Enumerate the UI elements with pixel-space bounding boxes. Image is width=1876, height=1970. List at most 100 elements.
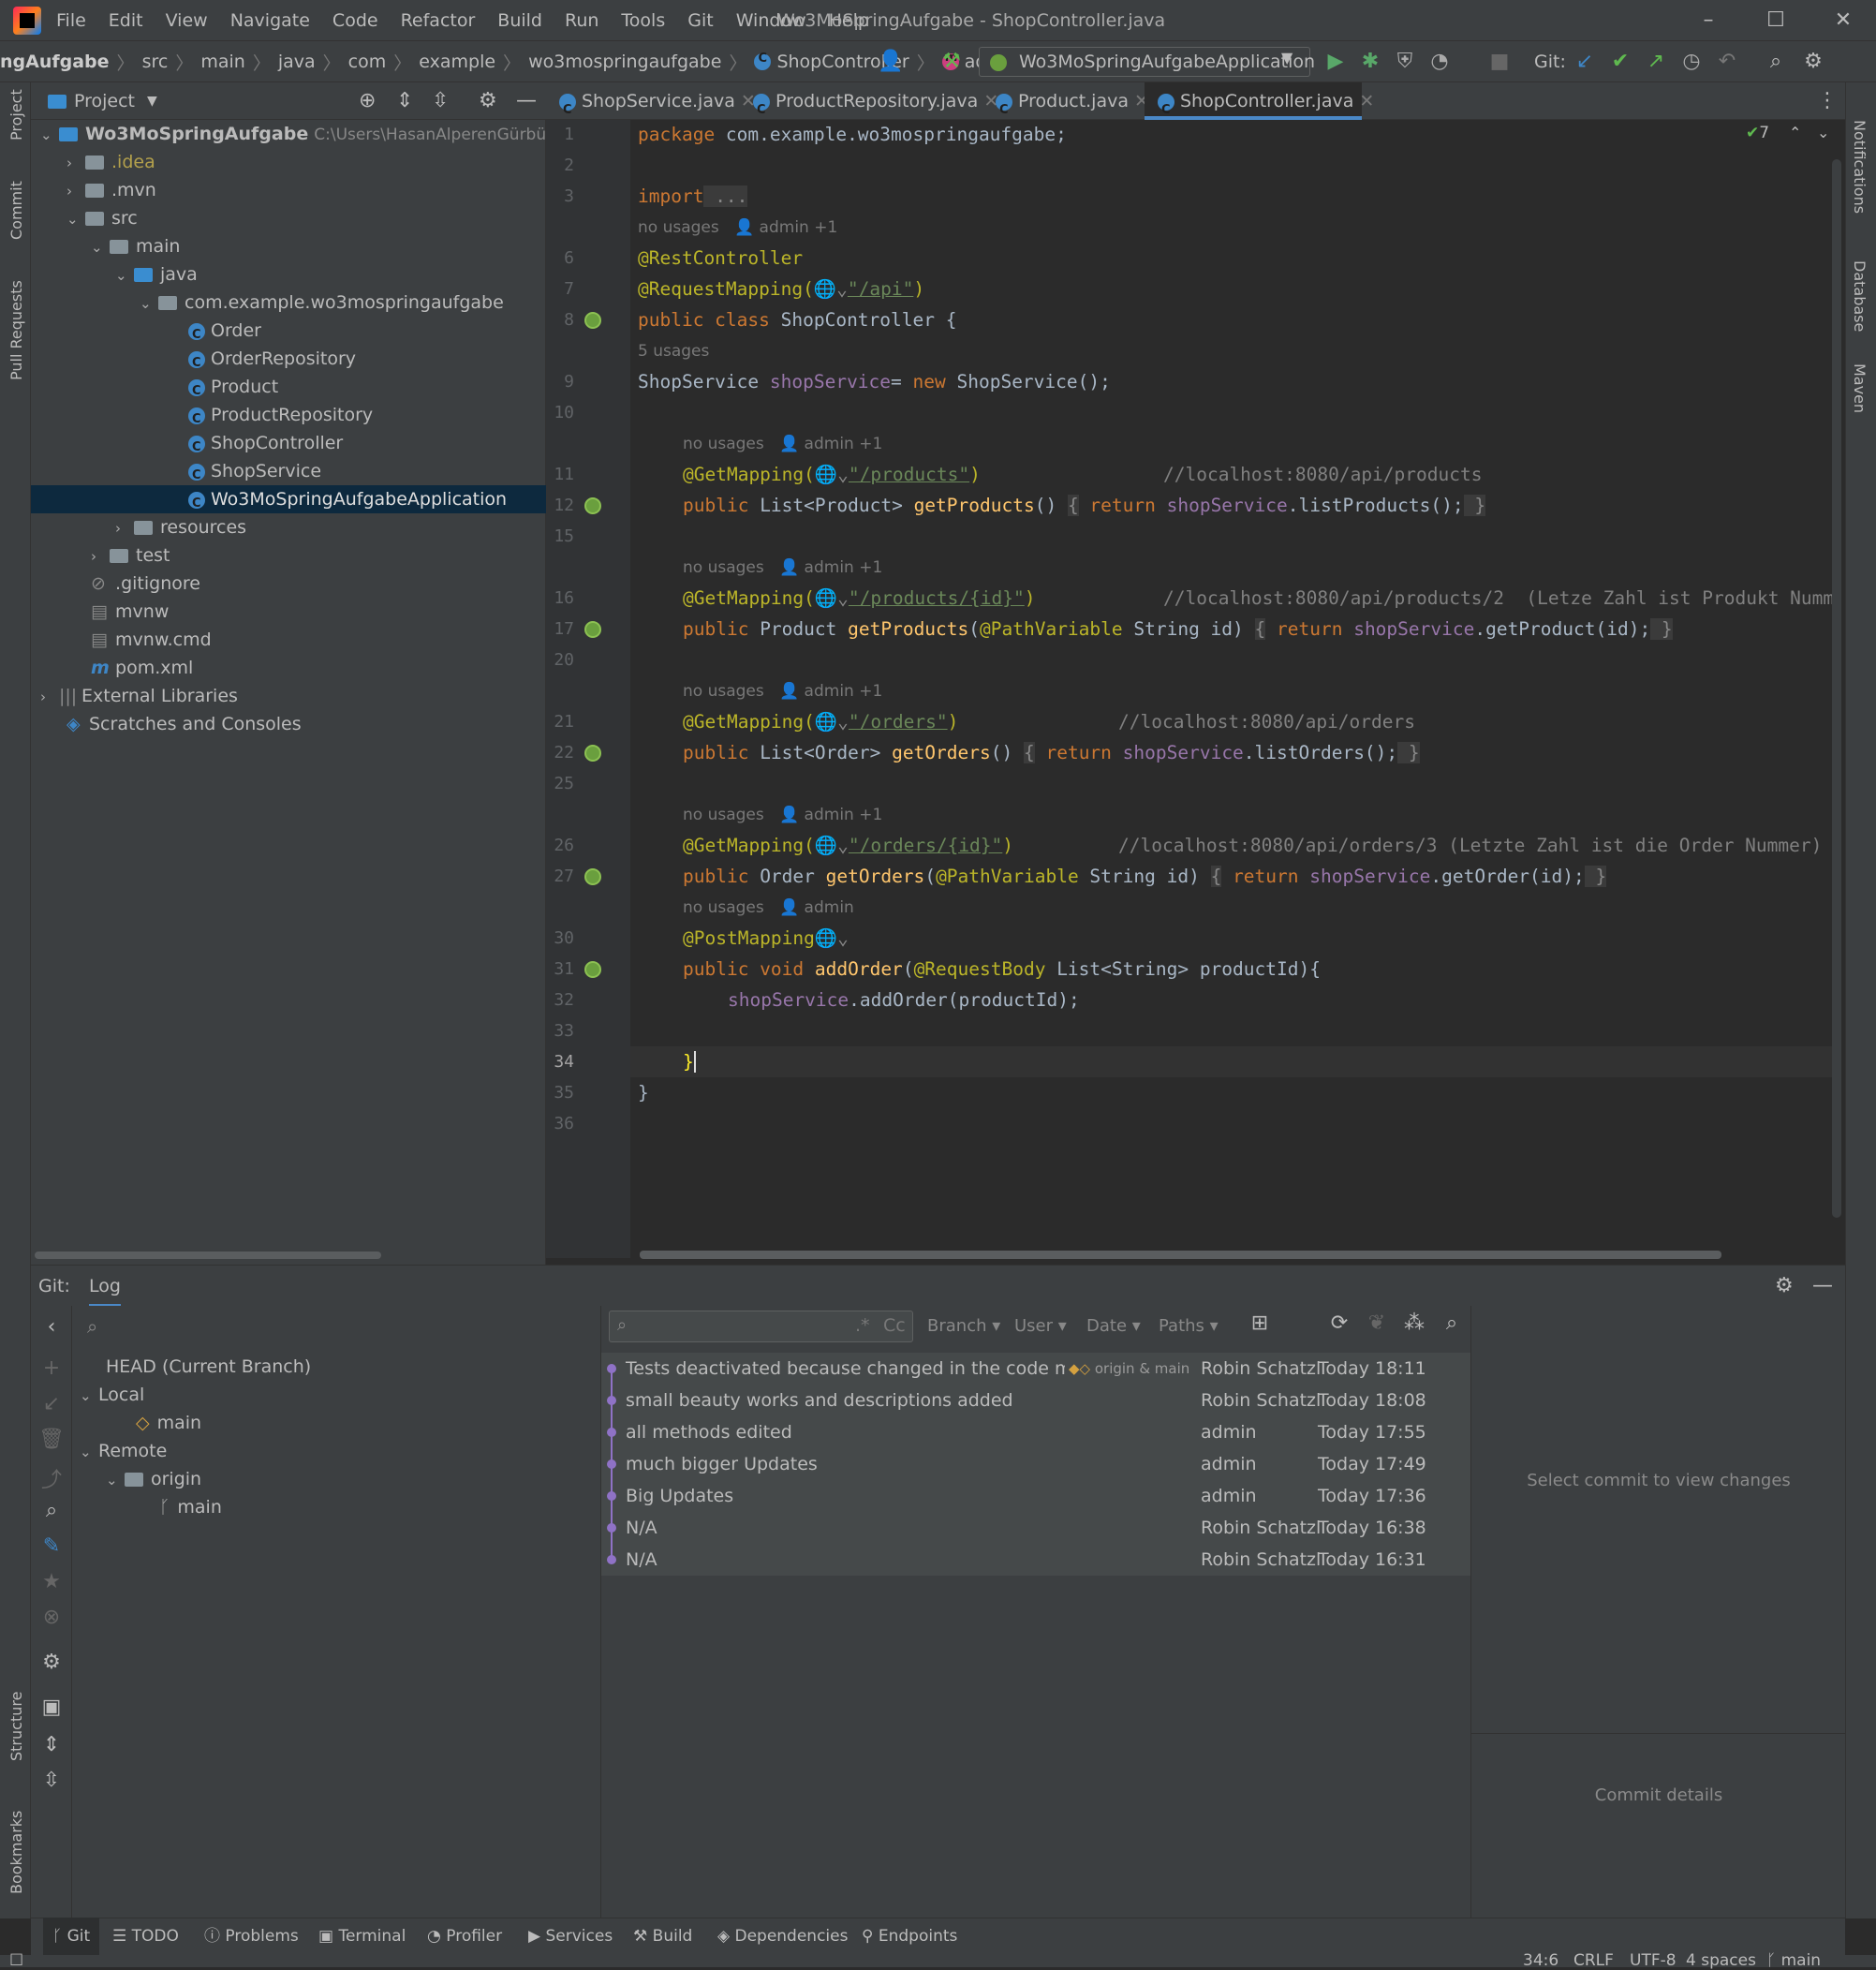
tree-item-shop-controller[interactable]: ShopController xyxy=(31,429,546,462)
layout-icon[interactable]: ▣ xyxy=(37,1696,66,1719)
usage-hint[interactable]: no usages 👤 admin +1 xyxy=(683,558,882,577)
usage-hint[interactable]: no usages 👤 admin +1 xyxy=(683,435,882,453)
delete-icon[interactable]: 🗑 xyxy=(37,1428,66,1451)
search-icon[interactable]: ⌕ xyxy=(1761,47,1791,77)
tree-item-mvn[interactable]: › .mvn xyxy=(31,176,546,204)
menu-run[interactable]: Run xyxy=(565,10,598,31)
commit-row[interactable]: much bigger Updates admin Today 17:49 xyxy=(601,1448,1470,1480)
tab-log[interactable]: Log xyxy=(89,1266,121,1307)
breadcrumb-java[interactable]: java xyxy=(278,52,316,72)
menu-code[interactable]: Code xyxy=(332,10,378,31)
run-configuration-select[interactable]: Wo3MoSpringAufgabeApplication xyxy=(979,47,1315,77)
tool-todo[interactable]: ☰ TODO xyxy=(112,1918,179,1955)
menu-tools[interactable]: Tools xyxy=(621,10,665,31)
layout-icon[interactable]: ☐ xyxy=(9,1951,23,1970)
run-icon[interactable]: ▶ xyxy=(1321,47,1351,77)
branch-group-remote[interactable]: ⌄ Remote xyxy=(80,1437,167,1465)
collapse-all-icon[interactable]: ⇳ xyxy=(37,1769,66,1792)
tool-services[interactable]: ▶ Services xyxy=(528,1918,613,1955)
tab-shop-service[interactable]: ShopService.java ✕ xyxy=(559,82,756,129)
collapse-all-icon[interactable]: ⇳ xyxy=(432,82,449,120)
tree-item-mvnw-cmd[interactable]: ▤ mvnw.cmd xyxy=(31,626,546,654)
branch-local-main[interactable]: ◇ main xyxy=(136,1409,201,1437)
tree-item-shop-service[interactable]: ShopService xyxy=(31,457,546,490)
menu-navigate[interactable]: Navigate xyxy=(230,10,310,31)
spring-endpoint-icon[interactable] xyxy=(584,497,601,514)
menu-git[interactable]: Git xyxy=(687,10,713,31)
hide-panel-icon[interactable]: — xyxy=(1812,1266,1833,1307)
tab-more-icon[interactable]: ⋮ xyxy=(1817,82,1838,120)
chevron-down-icon[interactable]: ▼ xyxy=(147,82,157,120)
history-icon[interactable]: ◷ xyxy=(1677,47,1706,77)
breadcrumb-com[interactable]: com xyxy=(348,52,387,72)
tab-product[interactable]: Product.java ✕ xyxy=(996,82,1149,129)
tool-window-structure[interactable]: Structure xyxy=(7,1692,25,1761)
cherry-pick-icon[interactable]: ❦ xyxy=(1363,1311,1391,1335)
search-icon[interactable]: ⌕ xyxy=(37,1499,66,1522)
debug-icon[interactable]: ✱ xyxy=(1355,47,1385,77)
gear-icon[interactable]: ⚙ xyxy=(1775,1266,1794,1307)
commit-row[interactable]: Big Updates admin Today 17:36 xyxy=(601,1480,1470,1512)
tree-item-package[interactable]: ⌄ com.example.wo3mospringaufgabe xyxy=(31,289,546,317)
close-icon[interactable]: ✕ xyxy=(1813,0,1873,41)
tree-item-resources[interactable]: › resources xyxy=(31,513,546,541)
git-commit-icon[interactable]: ✔ xyxy=(1605,47,1635,77)
regex-icon[interactable]: .* xyxy=(855,1315,870,1336)
git-branch-status[interactable]: ᚴ main xyxy=(1766,1951,1821,1970)
search-icon[interactable]: ⌕ xyxy=(87,1315,97,1338)
tree-item-java[interactable]: ⌄ java xyxy=(31,260,546,289)
spring-endpoint-icon[interactable] xyxy=(584,868,601,885)
breadcrumb-src[interactable]: src xyxy=(142,52,169,72)
tab-product-repository[interactable]: ProductRepository.java ✕ xyxy=(753,82,998,129)
tree-item-test[interactable]: › test xyxy=(31,541,546,570)
menu-build[interactable]: Build xyxy=(497,10,542,31)
tool-window-database[interactable]: Database xyxy=(1851,260,1869,332)
folded-imports[interactable]: ... xyxy=(703,185,748,207)
spring-bean-icon[interactable] xyxy=(584,312,601,329)
git-push-icon[interactable]: ↗ xyxy=(1641,47,1671,77)
vertical-scrollbar[interactable] xyxy=(1832,159,1841,1218)
horizontal-scrollbar[interactable] xyxy=(640,1251,1721,1259)
commit-row[interactable]: all methods edited admin Today 17:55 xyxy=(601,1416,1470,1448)
commit-row[interactable]: Tests deactivated because changed in the… xyxy=(601,1353,1470,1385)
menu-refactor[interactable]: Refactor xyxy=(401,10,476,31)
user-icon[interactable]: 👤 xyxy=(876,47,906,77)
caret-position[interactable]: 34:6 xyxy=(1523,1951,1558,1970)
rollback-icon[interactable]: ↶ xyxy=(1712,47,1742,77)
chevron-left-icon[interactable]: ‹ xyxy=(37,1315,66,1339)
branch-origin[interactable]: ⌄ origin xyxy=(106,1465,201,1493)
tree-item-gitignore[interactable]: ⊘ .gitignore xyxy=(31,570,546,598)
commit-row[interactable]: N/A Robin Schatzl Today 16:38 xyxy=(601,1512,1470,1544)
expand-all-icon[interactable]: ⇕ xyxy=(396,82,413,120)
new-tab-icon[interactable]: ⊞ xyxy=(1246,1311,1274,1335)
tree-item-order-repository[interactable]: OrderRepository xyxy=(31,345,546,378)
file-encoding[interactable]: UTF-8 xyxy=(1630,1951,1677,1970)
tool-problems[interactable]: ⓘ Problems xyxy=(204,1918,299,1955)
close-icon[interactable]: ✕ xyxy=(1359,91,1374,111)
favorite-icon[interactable]: ★ xyxy=(37,1570,66,1593)
tree-item-pom[interactable]: m pom.xml xyxy=(31,654,546,682)
tree-item-scratches[interactable]: ◈ Scratches and Consoles xyxy=(31,710,546,738)
tool-window-notifications[interactable]: Notifications xyxy=(1851,120,1869,214)
tree-item-product-repository[interactable]: ProductRepository xyxy=(31,401,546,434)
expand-all-icon[interactable]: ⇕ xyxy=(37,1733,66,1756)
tool-window-commit[interactable]: Commit xyxy=(7,181,25,240)
graph-options-icon[interactable]: ⁂ xyxy=(1400,1311,1428,1335)
breadcrumb-example[interactable]: example xyxy=(419,52,495,72)
line-separator[interactable]: CRLF xyxy=(1573,1951,1614,1970)
git-update-icon[interactable]: ↙ xyxy=(1570,47,1600,77)
fetch-icon[interactable]: ✎ xyxy=(37,1534,66,1558)
chevron-down-icon[interactable]: ⌄ xyxy=(1817,124,1829,141)
tool-build[interactable]: ⚒ Build xyxy=(633,1918,692,1955)
spring-endpoint-icon[interactable] xyxy=(584,621,601,638)
search-icon[interactable]: ⌕ xyxy=(1438,1311,1466,1335)
update-icon[interactable]: ↙ xyxy=(37,1392,66,1415)
tool-git[interactable]: ᚴ Git xyxy=(43,1918,100,1955)
menu-view[interactable]: View xyxy=(166,10,208,31)
tool-window-project[interactable]: Project xyxy=(7,89,25,141)
branch-origin-main[interactable]: ᚴ main xyxy=(159,1493,222,1521)
menu-edit[interactable]: Edit xyxy=(109,10,143,31)
add-icon[interactable]: + xyxy=(37,1356,66,1380)
intellij-logo-icon[interactable] xyxy=(13,7,41,35)
filter-paths[interactable]: Paths ▾ xyxy=(1159,1311,1219,1342)
